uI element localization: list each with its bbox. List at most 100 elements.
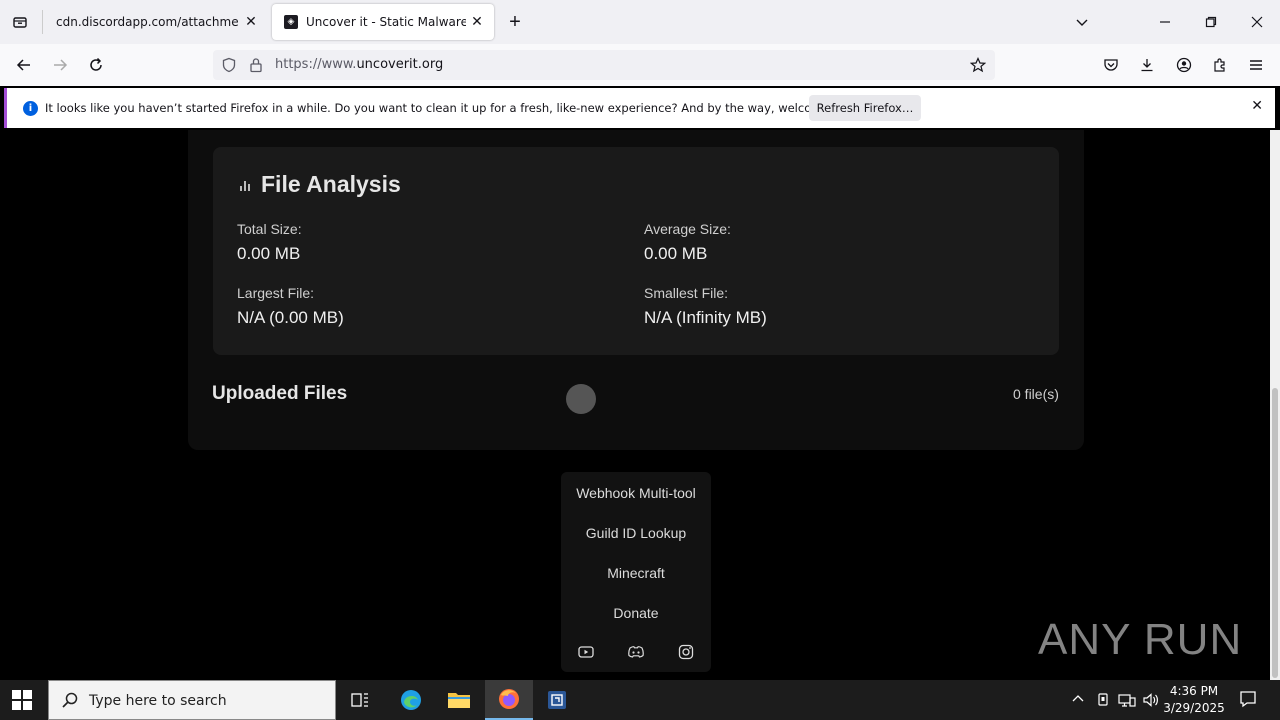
forward-button[interactable]: [47, 52, 73, 78]
largest-file-label: Largest File:: [237, 285, 315, 301]
restore-button[interactable]: [1195, 6, 1227, 38]
list-all-tabs-button[interactable]: [1066, 6, 1098, 38]
menu-item-donate[interactable]: Donate: [561, 605, 711, 621]
tab-title: cdn.discordapp.com/attachments/1: [56, 15, 238, 29]
firefox-icon: [499, 689, 519, 709]
total-size-value: 0.00 MB: [237, 244, 301, 263]
close-window-button[interactable]: [1241, 6, 1273, 38]
file-analysis-card: File Analysis Total Size: 0.00 MB Averag…: [213, 147, 1059, 355]
average-size-label: Average Size:: [644, 221, 731, 237]
smallest-file-label: Smallest File:: [644, 285, 729, 301]
puzzle-icon: [1214, 58, 1225, 72]
close-icon[interactable]: ✕: [468, 13, 486, 31]
refresh-notification-bar: i It looks like you haven’t started Fire…: [4, 88, 1275, 128]
clock-date: 3/29/2025: [1163, 701, 1225, 715]
nav-bar: https://www.uncoverit.org: [0, 44, 1280, 86]
menu-item-guild-id-lookup[interactable]: Guild ID Lookup: [561, 525, 711, 541]
bar-chart-icon: [237, 177, 253, 193]
folder-icon: [448, 693, 470, 708]
url-host: uncoverit.org: [356, 57, 444, 72]
tab-discord-attachment[interactable]: cdn.discordapp.com/attachments/1 ✕: [44, 4, 268, 40]
notification-icon: [1240, 691, 1256, 708]
back-button[interactable]: [11, 52, 37, 78]
discord-icon[interactable]: [627, 643, 645, 661]
restore-icon: [1205, 16, 1217, 28]
new-tab-button[interactable]: +: [503, 10, 527, 34]
shield-icon[interactable]: [220, 56, 238, 74]
device-icon[interactable]: [1096, 692, 1110, 711]
total-size-label: Total Size:: [237, 221, 302, 237]
task-view-icon: [351, 693, 368, 707]
menu-item-minecraft[interactable]: Minecraft: [561, 565, 711, 581]
notification-message: It looks like you haven’t started Firefo…: [45, 101, 866, 115]
edge-taskbar-button[interactable]: [387, 680, 435, 720]
page-scrollbar[interactable]: [1270, 130, 1280, 680]
tab-uncoverit[interactable]: ◈ Uncover it - Static Malware Cor ✕: [272, 4, 494, 40]
folder-tabs-icon: [13, 17, 27, 28]
reload-icon: [90, 57, 102, 71]
close-icon: [1251, 16, 1263, 28]
minimize-icon: [1160, 21, 1170, 23]
volume-icon[interactable]: [1142, 692, 1160, 711]
tab-overview-button[interactable]: [8, 10, 32, 34]
account-button[interactable]: [1171, 52, 1197, 78]
app-taskbar-button[interactable]: [533, 680, 581, 720]
tools-menu: Webhook Multi-tool Guild ID Lookup Minec…: [561, 472, 711, 672]
firefox-taskbar-button[interactable]: [485, 680, 533, 720]
hamburger-icon: [1250, 60, 1262, 70]
close-icon[interactable]: ✕: [242, 13, 260, 31]
menu-item-webhook-multi-tool[interactable]: Webhook Multi-tool: [561, 485, 711, 501]
refresh-firefox-button[interactable]: Refresh Firefox…: [809, 95, 921, 121]
url-bar[interactable]: https://www.uncoverit.org: [213, 50, 995, 80]
instagram-icon[interactable]: [677, 643, 695, 661]
minimize-button[interactable]: [1149, 6, 1181, 38]
file-count: 0 file(s): [1013, 386, 1059, 402]
app-menu-button[interactable]: [1243, 52, 1269, 78]
edge-icon: [401, 690, 421, 710]
average-size-value: 0.00 MB: [644, 244, 708, 263]
windows-taskbar: Type here to search 4:36 PM 3/29/2025: [0, 680, 1280, 720]
windows-logo-icon: [12, 690, 21, 699]
anyrun-watermark: ANY RUN: [1038, 610, 1242, 670]
start-button[interactable]: [12, 690, 32, 710]
system-clock[interactable]: 4:36 PM 3/29/2025: [1162, 683, 1226, 717]
arrow-left-icon: [16, 59, 30, 71]
notifications-button[interactable]: [1239, 690, 1257, 711]
scrollbar-thumb[interactable]: [1272, 388, 1278, 678]
url-text[interactable]: https://www.uncoverit.org: [275, 57, 443, 72]
uncoverit-favicon-icon: ◈: [284, 15, 298, 29]
file-analysis-heading: File Analysis: [237, 171, 401, 198]
close-icon[interactable]: ✕: [1251, 98, 1263, 114]
reload-button[interactable]: [83, 52, 109, 78]
search-placeholder: Type here to search: [89, 693, 227, 709]
search-icon: [61, 691, 81, 711]
file-explorer-taskbar-button[interactable]: [435, 680, 483, 720]
smallest-file-value: N/A (Infinity MB): [644, 308, 767, 327]
pocket-button[interactable]: [1098, 52, 1124, 78]
info-icon: i: [23, 101, 38, 116]
tab-separator: [42, 10, 43, 34]
network-icon[interactable]: [1118, 692, 1136, 711]
chevron-up-icon[interactable]: [1071, 692, 1085, 709]
file-analysis-title: File Analysis: [261, 171, 401, 197]
web-page: File Analysis Total Size: 0.00 MB Averag…: [0, 130, 1270, 680]
download-icon: [1141, 59, 1153, 72]
largest-file-value: N/A (0.00 MB): [237, 308, 344, 327]
account-icon: [1176, 57, 1192, 73]
watermark-text: ANY RUN: [1038, 615, 1243, 664]
downloads-button[interactable]: [1134, 52, 1160, 78]
pocket-icon: [1104, 59, 1118, 71]
url-scheme: https://www.: [275, 57, 357, 72]
app-window-icon: [548, 691, 566, 709]
youtube-icon[interactable]: [577, 643, 595, 661]
taskbar-search[interactable]: Type here to search: [48, 680, 336, 720]
task-view-button[interactable]: [336, 680, 384, 720]
lock-icon[interactable]: [247, 56, 265, 74]
extensions-button[interactable]: [1207, 52, 1233, 78]
arrow-right-icon: [54, 59, 68, 71]
mouse-cursor-indicator: [566, 384, 596, 414]
bookmark-star-icon[interactable]: [969, 56, 987, 74]
uploaded-files-heading: Uploaded Files: [212, 383, 348, 404]
tab-title: Uncover it - Static Malware Cor: [306, 15, 466, 29]
clock-time: 4:36 PM: [1169, 684, 1219, 698]
